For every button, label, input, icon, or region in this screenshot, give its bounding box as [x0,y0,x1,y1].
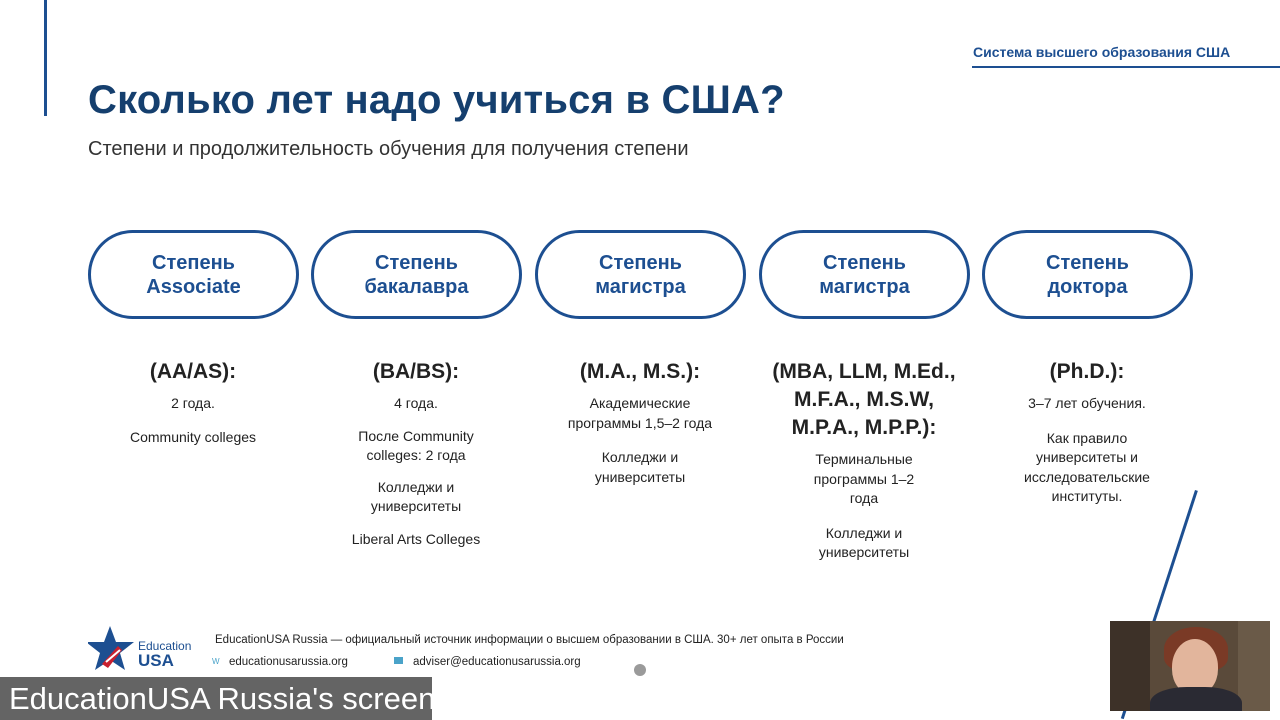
educationusa-logo: Education USA [88,622,198,674]
degree-details-associate: (AA/AS): 2 года. Community colleges [82,358,304,447]
pill-line-1: Степень [599,251,682,274]
pill-line-1: Степень [152,251,235,274]
degree-duration: Академические программы 1,5–2 года [567,395,713,431]
footer-website: educationusarussia.org [229,656,348,668]
degree-institutions: Как правило университеты и исследователь… [1024,429,1150,505]
slide-subtitle: Степени и продолжительность обучения для… [88,138,689,160]
degree-details-master-professional: (MBA, LLM, M.Ed., M.F.A., M.S.W, M.P.A.,… [753,358,975,563]
presenter-webcam-video[interactable] [1110,621,1270,711]
degree-duration: 4 года. [394,395,438,411]
degree-institutions: Колледжи и университеты [370,478,462,515]
pill-line-2: магистра [819,275,910,298]
degree-code: (AA/AS): [149,360,237,383]
pill-line-1: Степень [823,251,906,274]
pill-line-2: Associate [146,275,241,298]
slide-title: Сколько лет надо учиться в США? [88,78,785,122]
degree-details-master-academic: (M.A., M.S.): Академические программы 1,… [529,358,751,487]
degree-code-line-1: (MBA, LLM, M.Ed., [772,360,956,383]
degree-transfer-note: После Community colleges: 2 года [358,427,474,464]
bookshelf-left [1110,621,1150,711]
footer-email: adviser@educationusarussia.org [413,656,581,668]
header-rule [972,66,1280,68]
degree-duration: 3–7 лет обучения. [1028,395,1146,411]
degree-pill-associate: Степень Associate [88,230,299,319]
degree-code: (M.A., M.S.): [579,360,701,383]
degree-details-bachelor: (BA/BS): 4 года. После Community college… [305,358,527,549]
pill-line-1: Степень [1046,251,1129,274]
degree-code: (BA/BS): [372,360,460,383]
pill-line-2: доктора [1047,275,1128,298]
degree-code: (Ph.D.): [1049,360,1125,383]
logo-usa-text: USA [138,651,174,670]
pointer-cursor-icon [634,664,646,676]
degree-details-doctor: (Ph.D.): 3–7 лет обучения. Как правило у… [976,358,1198,507]
presenter-body [1150,687,1242,711]
slide-left-accent-bar [44,0,47,116]
degree-pill-master-academic: Степень магистра [535,230,746,319]
bookshelf-right [1238,621,1270,711]
section-header-tag: Система высшего образования США [973,44,1231,60]
pill-line-2: бакалавра [364,275,469,298]
degree-duration: 2 года. [171,395,215,411]
screen-share-label: EducationUSA Russia's screen [0,677,435,720]
degree-code-line-3: M.P.A., M.P.P.): [791,416,937,439]
degree-code-line-2: M.F.A., M.S.W, [794,388,934,411]
pill-line-1: Степень [375,251,458,274]
degree-pill-bachelor: Степень бакалавра [311,230,522,319]
mail-icon [394,657,403,664]
star-logo-icon [88,626,134,670]
degree-liberal-arts: Liberal Arts Colleges [351,530,481,547]
degree-institutions: Community colleges [129,428,257,445]
footer-tagline: EducationUSA Russia — официальный источн… [215,634,844,646]
website-icon: W [212,657,220,666]
degree-pill-doctor: Степень доктора [982,230,1193,319]
degree-institutions: Колледжи и университеты [818,524,910,561]
degree-pill-master-professional: Степень магистра [759,230,970,319]
pill-line-2: магистра [595,275,686,298]
degree-duration: Терминальные программы 1–2 года [813,451,915,506]
degree-institutions: Колледжи и университеты [594,449,686,485]
